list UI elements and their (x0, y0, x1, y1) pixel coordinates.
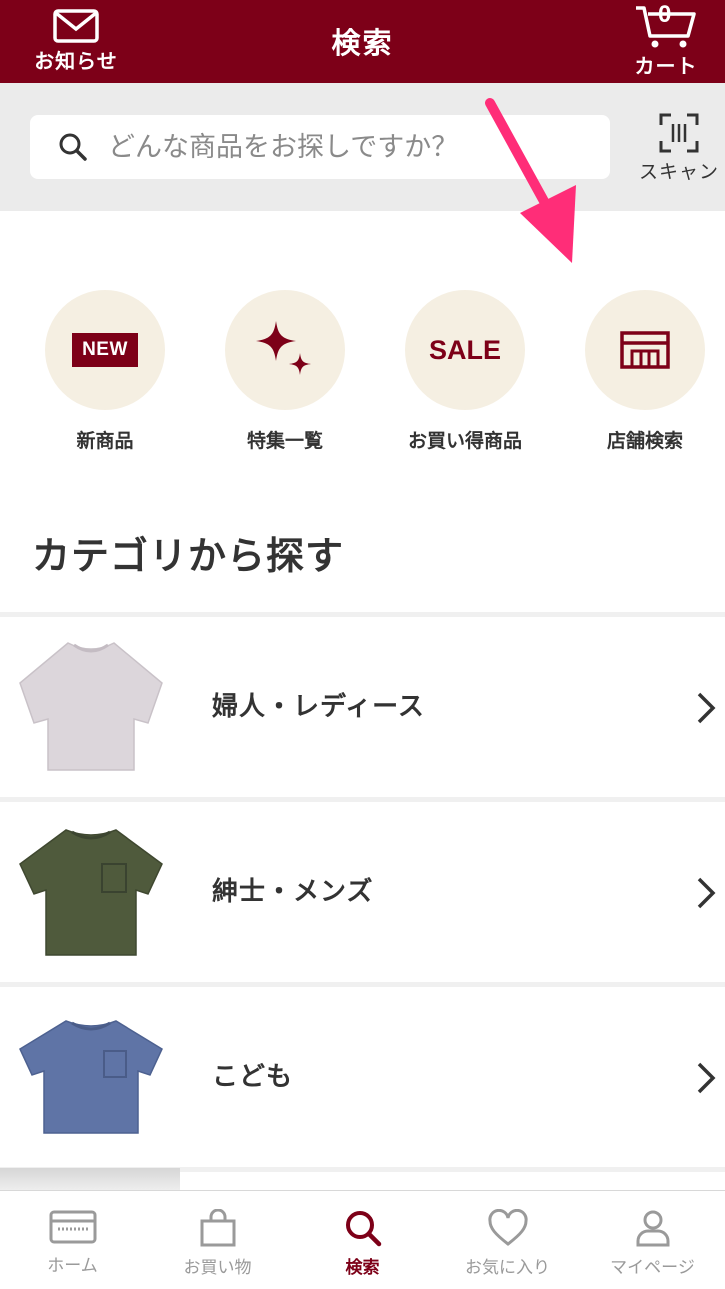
app-header: お知らせ 検索 0 カート (0, 0, 725, 83)
store-search-label: 店舗検索 (606, 430, 683, 452)
nav-search[interactable]: 検索 (290, 1191, 435, 1289)
quick-link-sale[interactable]: SALE お買い得商品 (390, 290, 540, 453)
womens-tshirt-image (19, 642, 163, 771)
categories-title: カテゴリから探す (32, 534, 345, 578)
nav-mypage[interactable]: マイページ (580, 1191, 725, 1289)
bottom-nav: ホーム お買い物 検索 お気に入り マイページ (0, 1190, 725, 1289)
search-icon (345, 1211, 381, 1247)
home-card-icon (49, 1210, 96, 1244)
category-row-kids[interactable]: こども (0, 987, 725, 1167)
quick-link-new-items[interactable]: NEW 新商品 (30, 290, 180, 453)
sparkle-icon (256, 321, 311, 375)
sale-icon: SALE (428, 334, 501, 365)
new-items-circle: NEW (45, 290, 165, 410)
nav-home-label: ホーム (47, 1256, 98, 1276)
nav-favorites[interactable]: お気に入り (435, 1191, 580, 1289)
category-list: 婦人・レディース 紳士・メンズ こども (0, 612, 725, 1172)
category-row-womens[interactable]: 婦人・レディース (0, 617, 725, 797)
new-badge-icon: NEW (72, 333, 138, 367)
category-row-mens[interactable]: 紳士・メンズ (0, 802, 725, 982)
quick-link-store-search[interactable]: 店舗検索 (570, 290, 720, 453)
cart-count-badge: 0 (658, 1, 672, 28)
sale-circle: SALE (405, 290, 525, 410)
store-icon (620, 331, 670, 369)
nav-shopping-label: お買い物 (183, 1258, 252, 1278)
barcode-scan-icon (659, 113, 699, 153)
store-search-circle (585, 290, 705, 410)
chevron-right-icon (697, 692, 716, 724)
search-area: スキャン (0, 83, 725, 211)
scan-label: スキャン (638, 161, 719, 183)
category-label: 婦人・レディース (212, 692, 425, 722)
features-label: 特集一覧 (246, 430, 323, 452)
page-title: 検索 (331, 26, 394, 60)
quick-link-features[interactable]: 特集一覧 (210, 290, 360, 453)
nav-search-label: 検索 (345, 1258, 380, 1278)
cart-label: カート (634, 54, 698, 78)
nav-shopping[interactable]: お買い物 (145, 1191, 290, 1289)
kids-tshirt-image (19, 1020, 163, 1134)
pointer-arrow-icon (485, 98, 576, 263)
new-items-label: 新商品 (76, 430, 134, 452)
sale-label: お買い得商品 (407, 430, 522, 452)
features-circle (225, 290, 345, 410)
nav-home[interactable]: ホーム (0, 1191, 145, 1289)
chevron-right-icon (697, 1062, 716, 1094)
scroll-indicator (0, 1168, 180, 1190)
shopping-bag-icon (200, 1209, 235, 1247)
chevron-right-icon (697, 877, 716, 909)
category-label: 紳士・メンズ (212, 877, 374, 907)
heart-icon (487, 1209, 528, 1246)
cart-button[interactable]: 0 カート (621, 0, 711, 83)
nav-favorites-label: お気に入り (465, 1258, 550, 1278)
quick-links: NEW 新商品 特集一覧 SALE お買い得商品 店舗検索 (0, 290, 725, 453)
mens-tshirt-image (19, 829, 163, 956)
nav-mypage-label: マイページ (610, 1258, 695, 1278)
scan-button[interactable]: スキャン (638, 113, 720, 184)
search-icon (59, 133, 87, 161)
category-label: こども (212, 1062, 294, 1092)
person-icon (636, 1210, 669, 1247)
